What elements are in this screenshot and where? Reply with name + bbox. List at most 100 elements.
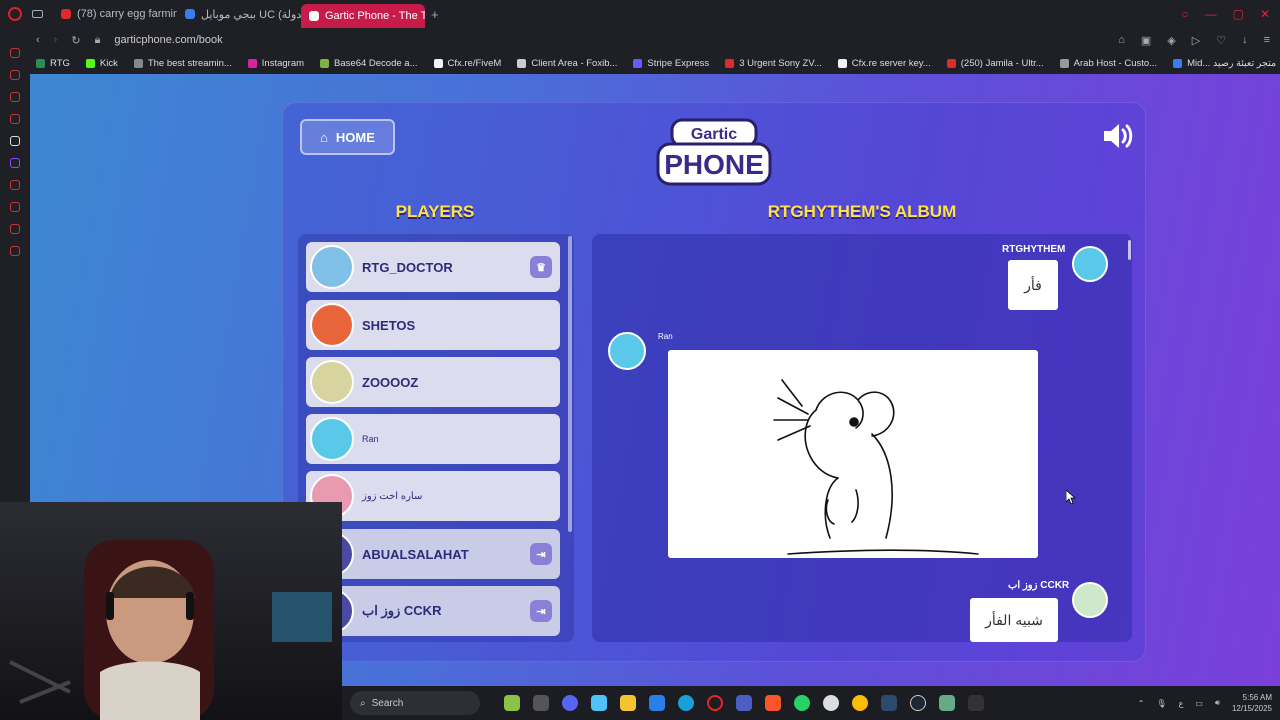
- app-icon[interactable]: [504, 695, 520, 711]
- youtube-icon: [725, 58, 735, 68]
- players-scrollbar[interactable]: [568, 236, 572, 532]
- task-view-icon[interactable]: [533, 695, 549, 711]
- bookmark-label: (250) Jamila - Ultr...: [960, 57, 1044, 69]
- close-button[interactable]: ✕: [1260, 7, 1270, 21]
- bookmark-label: The best streamin...: [147, 57, 232, 69]
- player-name: Ran: [362, 434, 379, 444]
- tab-youtube[interactable]: (78) carry egg farming sir: [53, 3, 177, 25]
- workspaces-icon[interactable]: [32, 10, 43, 18]
- discord-icon[interactable]: [562, 695, 578, 711]
- volume-icon[interactable]: 🔊︎: [1215, 698, 1220, 708]
- streamer-webcam-image: [9, 540, 332, 720]
- chrome-icon[interactable]: [852, 695, 868, 711]
- sound-icon[interactable]: [1102, 122, 1136, 150]
- instagram-icon: [247, 58, 257, 68]
- search-tabs-icon[interactable]: ○: [1181, 7, 1188, 21]
- kick-icon: [85, 58, 95, 68]
- app-icon[interactable]: [881, 695, 897, 711]
- crown-icon: ♛: [530, 256, 552, 278]
- bookmark-rtg[interactable]: RTG: [36, 58, 70, 69]
- sidebar-icon[interactable]: [10, 158, 20, 168]
- taskbar-search[interactable]: ⌕ Search: [350, 691, 480, 715]
- snapshot-icon[interactable]: ▣: [1141, 34, 1151, 47]
- bookmark-icon: [36, 58, 45, 68]
- menu-icon[interactable]: ≡: [1264, 34, 1270, 47]
- terminal-icon[interactable]: [968, 695, 984, 711]
- bookmark-sony[interactable]: 3 Urgent Sony ZV...: [725, 58, 822, 69]
- bookmark-stripe[interactable]: Stripe Express: [633, 58, 709, 69]
- opera-icon[interactable]: [707, 695, 723, 711]
- sidebar-icon[interactable]: [10, 180, 20, 190]
- play-icon[interactable]: ▷: [1192, 34, 1200, 47]
- steam-icon[interactable]: [910, 695, 926, 711]
- window-controls: ○ — ▢ ✕: [1181, 7, 1280, 21]
- whatsapp-icon[interactable]: [794, 695, 810, 711]
- bookmark-instagram[interactable]: Instagram: [247, 58, 304, 69]
- edge-icon[interactable]: [678, 695, 694, 711]
- sidebar-icon[interactable]: [10, 136, 20, 146]
- language-indicator[interactable]: ع: [1179, 699, 1184, 708]
- sidebar-icon[interactable]: [10, 202, 20, 212]
- address-bar-row: ‹ › ↻ 🔒︎ garticphone.com/book ⌂ ▣ ◈ ▷ ♡ …: [0, 28, 1280, 52]
- logo-bottom-text: PHONE: [664, 149, 764, 180]
- site-icon: [185, 9, 195, 19]
- microphone-icon[interactable]: 🎙︎: [1156, 699, 1166, 708]
- chevron-up-icon[interactable]: ⌃: [1138, 699, 1145, 708]
- new-tab-button[interactable]: +: [431, 7, 439, 22]
- entry-avatar: [608, 332, 646, 370]
- maximize-button[interactable]: ▢: [1233, 7, 1244, 21]
- youtube-icon: [946, 58, 956, 68]
- bookmark-topup[interactable]: Mid... متجر تعبئة رصيد: [1173, 58, 1276, 69]
- clock[interactable]: 5:56 AM 12/15/2025: [1232, 692, 1272, 714]
- heart-icon[interactable]: ♡: [1216, 34, 1226, 47]
- youtube-icon: [61, 9, 71, 19]
- bookmark-jamila[interactable]: (250) Jamila - Ultr...: [946, 57, 1044, 69]
- back-icon[interactable]: ‹: [36, 34, 40, 46]
- album-view[interactable]: RTGHYTHEM فأر Ran زوز اب CCKR شبيه الفأر: [592, 234, 1132, 642]
- sidebar-icon[interactable]: [10, 224, 20, 234]
- bookmark-streaming[interactable]: The best streamin...: [133, 57, 232, 69]
- bookmark-arab-host[interactable]: Arab Host - Custo...: [1059, 57, 1158, 69]
- pin-icon[interactable]: ⌂: [1118, 34, 1125, 47]
- home-button[interactable]: ⌂ HOME: [300, 119, 395, 155]
- url-field[interactable]: garticphone.com/book: [114, 34, 222, 46]
- bookmark-cfx-fivem[interactable]: Cfx.re/FiveM: [433, 58, 501, 69]
- player-avatar: [310, 303, 354, 347]
- sidebar-icon[interactable]: [10, 246, 20, 256]
- album-scrollbar[interactable]: [1128, 240, 1131, 260]
- entry-avatar: [1072, 582, 1108, 618]
- bookmark-client-area[interactable]: Client Area - Foxib...: [517, 58, 617, 69]
- mouse-drawing: [668, 350, 1038, 558]
- sidebar-icon[interactable]: [10, 48, 20, 58]
- network-icon[interactable]: ▭: [1195, 699, 1203, 708]
- player-name: RTG_DOCTOR: [362, 259, 453, 275]
- forward-icon[interactable]: ›: [54, 34, 58, 46]
- brave-icon[interactable]: [765, 695, 781, 711]
- file-explorer-icon[interactable]: [620, 695, 636, 711]
- app-icon[interactable]: [939, 695, 955, 711]
- download-icon[interactable]: ↓: [1242, 34, 1248, 47]
- player-name: زوز اب CCKR: [362, 603, 442, 618]
- bookmark-label: Arab Host - Custo...: [1073, 57, 1158, 69]
- player-avatar: [310, 245, 354, 289]
- webcam-overlay: [0, 502, 342, 720]
- app-icon[interactable]: [736, 695, 752, 711]
- player-name: ZOOOOZ: [362, 374, 419, 390]
- bookmark-cfx-key[interactable]: Cfx.re server key...: [837, 58, 931, 69]
- opera-logo-icon[interactable]: [8, 7, 22, 21]
- shield-icon[interactable]: ◈: [1167, 34, 1175, 47]
- reload-icon[interactable]: ↻: [71, 34, 80, 47]
- sidebar-icon[interactable]: [10, 70, 20, 80]
- tab-gartic-phone[interactable]: Gartic Phone - The Teleph: [301, 4, 425, 28]
- sidebar-icon[interactable]: [10, 114, 20, 124]
- bookmark-base64[interactable]: Base64 Decode a...: [320, 58, 418, 69]
- app-icon[interactable]: [823, 695, 839, 711]
- player-name: SHETOS: [362, 317, 416, 333]
- bookmark-kick[interactable]: Kick: [85, 58, 118, 69]
- store-icon[interactable]: [649, 695, 665, 711]
- sidebar-icon[interactable]: [10, 92, 20, 102]
- player-name: ساره اخت زوز: [362, 490, 423, 502]
- minimize-button[interactable]: —: [1205, 7, 1217, 21]
- tab-pubg[interactable]: ببجي موبايل UC (اسم الدولة): [177, 3, 301, 25]
- copilot-icon[interactable]: [591, 695, 607, 711]
